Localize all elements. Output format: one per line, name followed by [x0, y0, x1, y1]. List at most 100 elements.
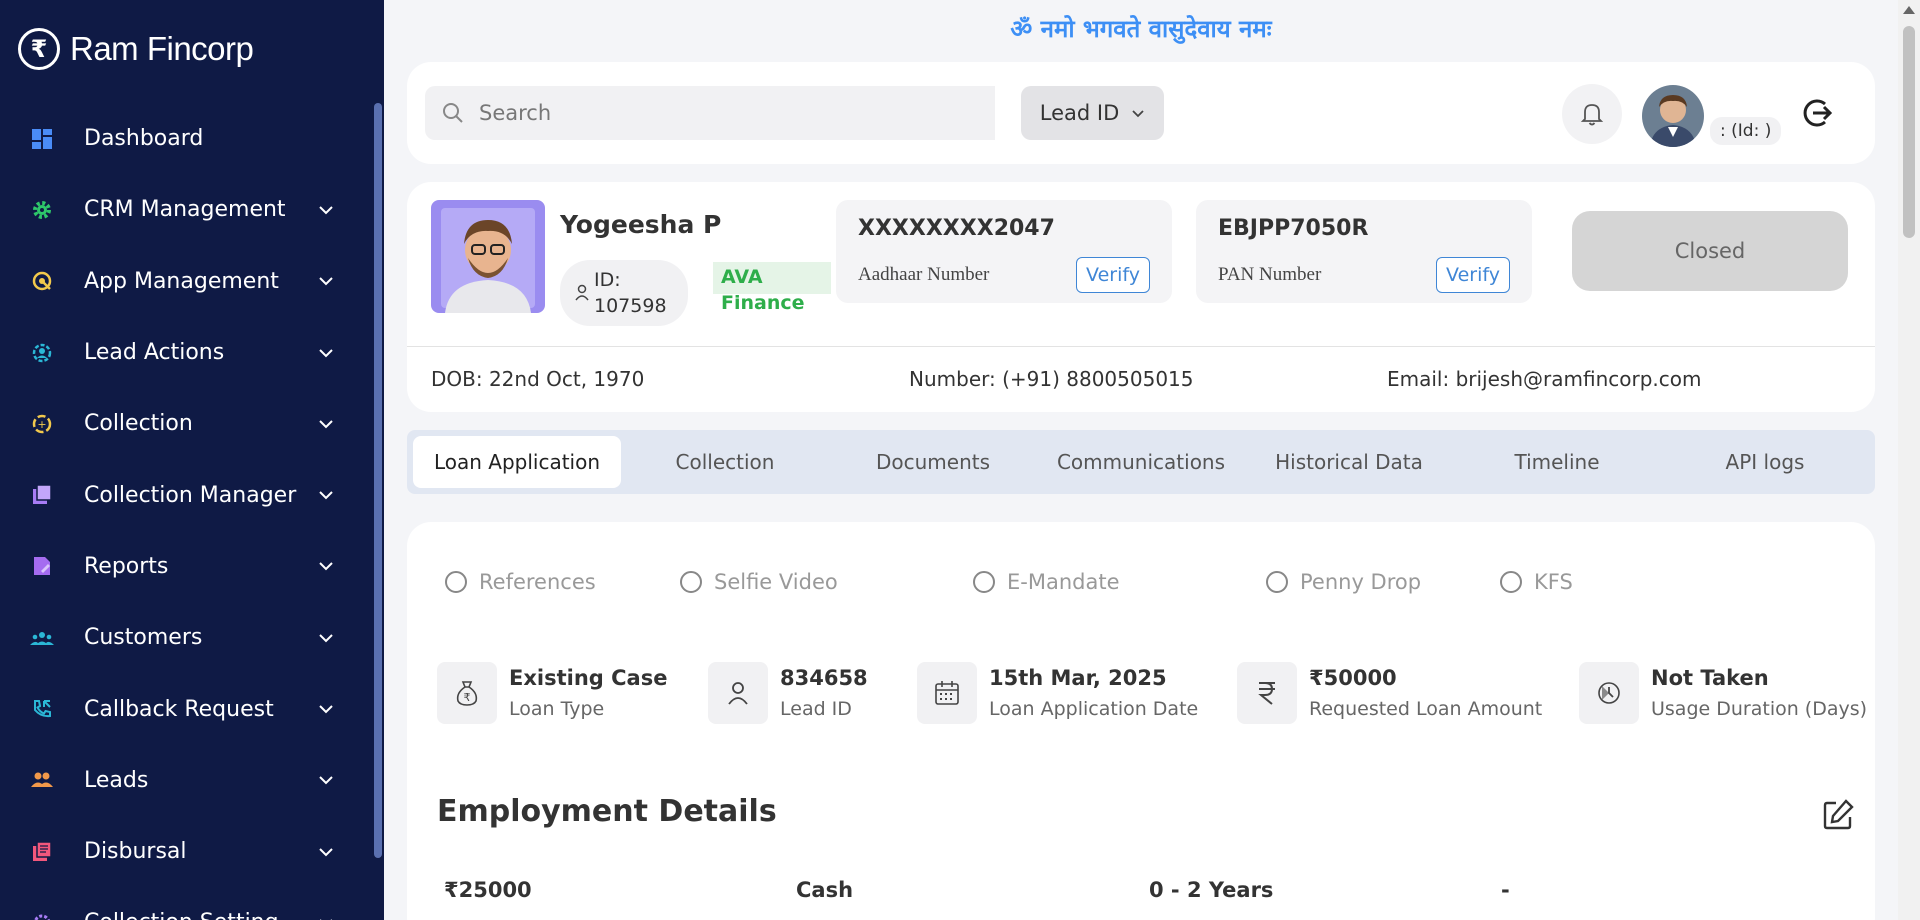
tab-collection[interactable]: Collection [621, 436, 829, 488]
loan-type-value: Existing Case [509, 666, 668, 690]
sidebar-item-callback-request[interactable]: Callback Request [0, 673, 372, 744]
check-penny-drop[interactable]: Penny Drop [1266, 570, 1421, 594]
collection-icon: + [30, 412, 54, 436]
user-icon [708, 662, 768, 724]
sidebar-item-disbursal[interactable]: Disbursal [0, 816, 372, 887]
dashboard-icon [30, 127, 54, 151]
sidebar-item-reports[interactable]: Reports [0, 531, 372, 602]
customer-email: Email: brijesh@ramfincorp.com [1387, 367, 1702, 391]
search-placeholder: Search [479, 101, 552, 125]
sidebar-item-collection-setting[interactable]: Collection Setting [0, 887, 372, 920]
sidebar-item-label: CRM Management [84, 197, 286, 223]
check-e-mandate[interactable]: E-Mandate [973, 570, 1120, 594]
verify-aadhaar-button[interactable]: Verify [1076, 257, 1150, 293]
chevron-down-icon [314, 561, 338, 571]
customer-name: Yogeesha P [560, 210, 722, 239]
usage-duration-value: Not Taken [1651, 666, 1769, 690]
tab-communications[interactable]: Communications [1037, 436, 1245, 488]
main-content: ॐ नमो भगवते वासुदेवाय नमः Search Lead ID… [384, 0, 1898, 920]
scroll-up-icon[interactable] [1903, 6, 1915, 14]
check-label: Selfie Video [714, 570, 838, 594]
check-label: References [479, 570, 596, 594]
app-settings-icon [30, 269, 54, 293]
page-scrollbar[interactable] [1898, 0, 1920, 920]
check-kfs[interactable]: KFS [1500, 570, 1573, 594]
employment-experience: 0 - 2 Years [1149, 878, 1274, 902]
user-icon [575, 284, 589, 301]
search-input[interactable]: Search [425, 86, 995, 140]
pan-box: EBJPP7050R PAN Number Verify [1196, 200, 1532, 303]
requested-amount-value: ₹50000 [1309, 666, 1397, 690]
page-scrollbar-thumb[interactable] [1903, 26, 1915, 238]
logout-button[interactable] [1799, 95, 1835, 131]
customer-id: ID: 107598 [594, 269, 667, 317]
radio-circle [1266, 571, 1288, 593]
check-references[interactable]: References [445, 570, 596, 594]
sidebar-item-customers[interactable]: Customers [0, 602, 372, 673]
verify-pan-button[interactable]: Verify [1436, 257, 1510, 293]
header-mantra: ॐ नमो भगवते वासुदेवाय नमः [1010, 15, 1272, 43]
chevron-down-icon [314, 847, 338, 857]
sidebar-item-label: Collection Setting [84, 910, 314, 920]
reports-icon [30, 554, 54, 578]
sidebar-item-dashboard[interactable]: Dashboard [0, 103, 372, 174]
sidebar-item-crm-management[interactable]: CRM Management [0, 174, 372, 245]
clock-icon [1579, 662, 1639, 724]
tab-documents[interactable]: Documents [829, 436, 1037, 488]
disbursal-icon [30, 840, 54, 864]
bell-icon [1580, 104, 1604, 126]
notifications-button[interactable] [1562, 84, 1622, 144]
tab-historical-data[interactable]: Historical Data [1245, 436, 1453, 488]
sidebar-item-label: Leads [84, 767, 149, 793]
tab-loan-application[interactable]: Loan Application [413, 436, 621, 488]
stat-loan-type: ₹ Existing Case Loan Type [437, 662, 667, 724]
chevron-down-icon [314, 633, 338, 643]
requested-amount-label: Requested Loan Amount [1309, 698, 1543, 720]
user-avatar[interactable] [1642, 85, 1704, 147]
stat-usage-duration: Not Taken Usage Duration (Days) [1579, 662, 1867, 724]
tab-timeline[interactable]: Timeline [1453, 436, 1661, 488]
employment-salary: ₹25000 [444, 878, 532, 902]
aadhaar-number: XXXXXXXX2047 [858, 216, 1055, 241]
customer-profile-card: Yogeesha P ID: 107598 AVA Finance XXXXXX… [407, 182, 1875, 412]
employment-other: - [1501, 878, 1510, 902]
calendar-icon [917, 662, 977, 724]
employment-payment-mode: Cash [796, 878, 854, 902]
edit-employment-button[interactable] [1821, 798, 1855, 832]
check-label: Penny Drop [1300, 570, 1422, 594]
lead-id-value: 834658 [780, 666, 868, 690]
sidebar-nav: Dashboard CRM Management App Management … [0, 103, 372, 920]
check-label: E-Mandate [1007, 570, 1120, 594]
brand[interactable]: ₹ Ram Fincorp [18, 28, 254, 70]
sidebar-item-lead-actions[interactable]: Lead Actions [0, 317, 372, 388]
pan-label: PAN Number [1218, 264, 1322, 285]
sidebar-item-app-management[interactable]: App Management [0, 246, 372, 317]
sidebar-item-label: Lead Actions [84, 340, 225, 366]
sidebar-item-collection-manager[interactable]: Collection Manager [0, 459, 372, 530]
sidebar-item-label: Dashboard [84, 126, 204, 152]
user-id-badge: : (Id: ) [1710, 117, 1782, 145]
tab-api-logs[interactable]: API logs [1661, 436, 1869, 488]
sidebar-item-collection[interactable]: + Collection [0, 388, 372, 459]
customers-icon [30, 626, 54, 650]
customer-phone: Number: (+91) 8800505015 [909, 367, 1194, 391]
stat-application-date: 15th Mar, 2025 Loan Application Date [917, 662, 1198, 724]
search-type-select[interactable]: Lead ID [1021, 86, 1164, 140]
check-label: KFS [1534, 570, 1573, 594]
loan-type-label: Loan Type [509, 698, 605, 720]
sidebar-item-leads[interactable]: Leads [0, 745, 372, 816]
employment-section-title: Employment Details [437, 794, 777, 829]
loan-status-button[interactable]: Closed [1572, 211, 1848, 291]
pan-number: EBJPP7050R [1218, 216, 1369, 241]
sidebar-item-label: Customers [84, 625, 203, 651]
check-selfie-video[interactable]: Selfie Video [680, 570, 838, 594]
sidebar: ₹ Ram Fincorp Dashboard CRM Management A… [0, 0, 384, 920]
rupee-icon [1237, 662, 1297, 724]
aadhaar-label: Aadhaar Number [858, 264, 990, 285]
sidebar-item-label: Disbursal [84, 839, 187, 865]
stat-requested-amount: ₹50000 Requested Loan Amount [1237, 662, 1542, 724]
sidebar-scrollbar[interactable] [374, 103, 382, 858]
edit-icon [1823, 799, 1854, 830]
radio-circle [1500, 571, 1522, 593]
chevron-down-icon [314, 704, 338, 714]
